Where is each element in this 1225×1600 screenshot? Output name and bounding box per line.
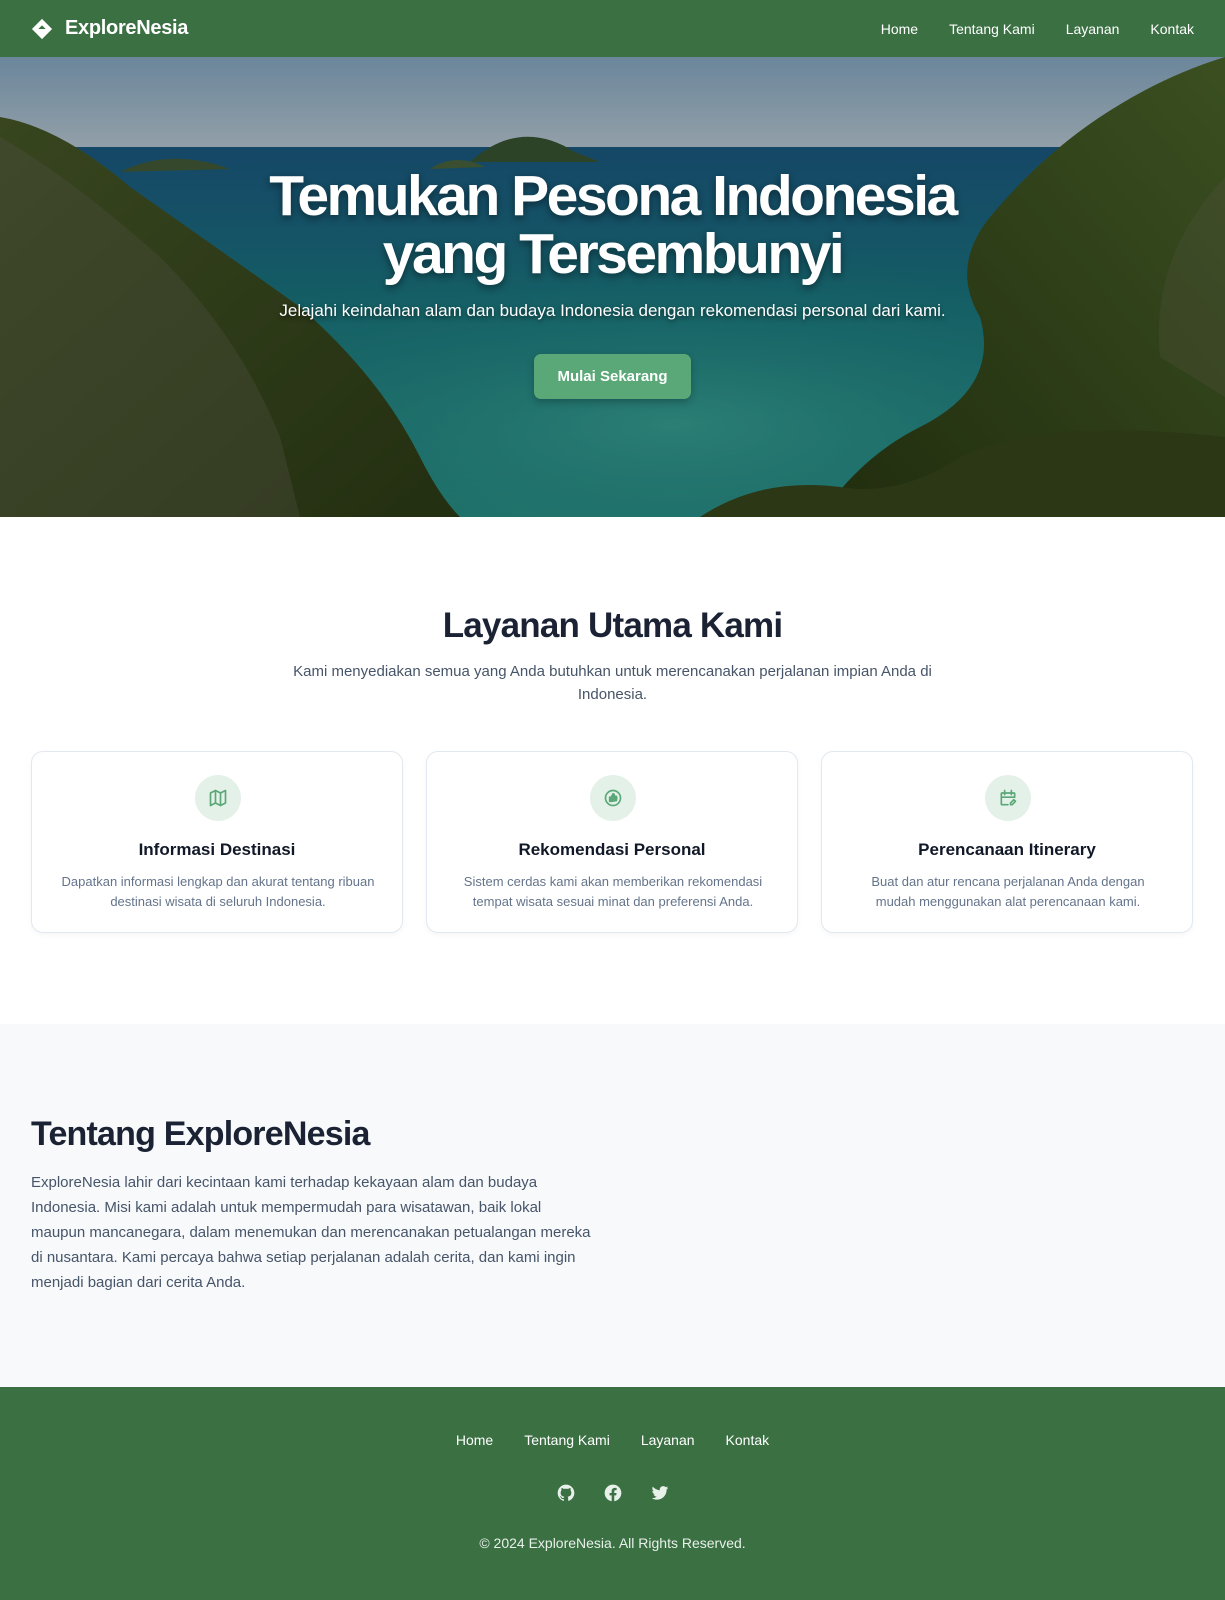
hero-title-line1: Temukan Pesona Indonesia: [269, 164, 958, 228]
hero-content: Temukan Pesona Indonesia yang Tersembuny…: [0, 167, 1225, 399]
hero-subtitle: Jelajahi keindahan alam dan budaya Indon…: [279, 301, 946, 320]
facebook-icon[interactable]: [603, 1483, 623, 1508]
github-icon[interactable]: [556, 1483, 576, 1508]
card-title: Perencanaan Itinerary: [918, 840, 1096, 859]
twitter-icon[interactable]: [650, 1483, 670, 1508]
thumbs-up-icon: [590, 775, 636, 821]
hero-section: Temukan Pesona Indonesia yang Tersembuny…: [0, 57, 1225, 517]
brand-link[interactable]: ExploreNesia: [31, 17, 188, 40]
about-text: ExploreNesia lahir dari kecintaan kami t…: [31, 1174, 591, 1291]
card-description: Buat dan atur rencana perjalanan Anda de…: [871, 874, 1145, 909]
footer-link-tentang-kami[interactable]: Tentang Kami: [524, 1432, 610, 1448]
service-card-rekomendasi: Rekomendasi Personal Sistem cerdas kami …: [426, 751, 798, 933]
services-title: Layanan Utama Kami: [442, 606, 783, 645]
nav-link-home[interactable]: Home: [881, 21, 918, 37]
card-title: Rekomendasi Personal: [518, 840, 706, 859]
footer-social: [0, 1483, 1225, 1508]
services-section: Layanan Utama Kami Kami menyediakan semu…: [0, 517, 1225, 1024]
footer-link-home[interactable]: Home: [456, 1432, 493, 1448]
footer-link-kontak[interactable]: Kontak: [726, 1432, 770, 1448]
brand-name: ExploreNesia: [65, 17, 189, 39]
service-cards: Informasi Destinasi Dapatkan informasi l…: [31, 751, 1194, 933]
footer-links: Home Tentang Kami Layanan Kontak: [0, 1432, 1225, 1448]
nav-link-tentang-kami[interactable]: Tentang Kami: [949, 21, 1035, 37]
about-title: Tentang ExploreNesia: [31, 1115, 370, 1153]
diamond-logo-icon: [31, 18, 53, 39]
navbar: ExploreNesia Home Tentang Kami Layanan K…: [0, 0, 1225, 57]
footer-link-layanan[interactable]: Layanan: [641, 1432, 695, 1448]
hero-title-line2: yang Tersembunyi: [382, 222, 845, 286]
nav-link-layanan[interactable]: Layanan: [1066, 21, 1120, 37]
hero-title: Temukan Pesona Indonesia yang Tersembuny…: [233, 167, 993, 283]
card-description: Dapatkan informasi lengkap dan akurat te…: [61, 874, 375, 909]
card-description: Sistem cerdas kami akan memberikan rekom…: [463, 874, 763, 909]
service-card-itinerary: Perencanaan Itinerary Buat dan atur renc…: [821, 751, 1193, 933]
mulai-sekarang-button[interactable]: Mulai Sekarang: [534, 354, 691, 399]
map-icon: [195, 775, 241, 821]
copyright-text: © 2024 ExploreNesia. All Rights Reserved…: [479, 1535, 746, 1551]
nav-link-kontak[interactable]: Kontak: [1150, 21, 1194, 37]
services-subtitle: Kami menyediakan semua yang Anda butuhka…: [293, 663, 932, 703]
calendar-edit-icon: [985, 775, 1031, 821]
nav-links: Home Tentang Kami Layanan Kontak: [881, 21, 1194, 37]
about-section: Tentang ExploreNesia ExploreNesia lahir …: [0, 1024, 1225, 1387]
card-title: Informasi Destinasi: [138, 840, 296, 859]
service-card-destinasi: Informasi Destinasi Dapatkan informasi l…: [31, 751, 403, 933]
footer: Home Tentang Kami Layanan Kontak © 2024 …: [0, 1387, 1225, 1600]
